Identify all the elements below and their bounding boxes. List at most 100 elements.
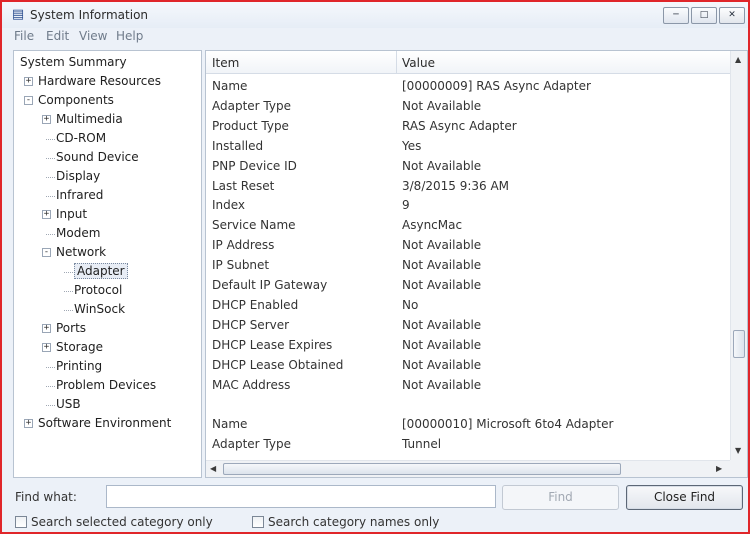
table-row[interactable]: DHCP Lease Obtained Not Available bbox=[206, 356, 730, 376]
row-item: IP Subnet bbox=[212, 258, 270, 273]
tree-item-display[interactable]: Display bbox=[56, 167, 100, 185]
menu-file[interactable]: File bbox=[14, 29, 34, 43]
table-row[interactable]: DHCP Lease Expires Not Available bbox=[206, 336, 730, 356]
menu-help[interactable]: Help bbox=[116, 29, 143, 43]
find-button[interactable]: Find bbox=[502, 485, 619, 510]
expand-icon[interactable]: + bbox=[24, 419, 33, 428]
tree-connector bbox=[46, 158, 55, 159]
title-bar[interactable]: ▤ System Information ─ □ ✕ bbox=[2, 2, 748, 28]
tree-item-label: Network bbox=[56, 245, 107, 259]
tree-item-input[interactable]: Input bbox=[56, 205, 87, 223]
tree-item-hardware-resources[interactable]: Hardware Resources bbox=[38, 72, 161, 90]
row-value: Not Available bbox=[402, 317, 482, 332]
menu-edit[interactable]: Edit bbox=[46, 29, 69, 43]
tree-item-label: Hardware Resources bbox=[38, 74, 162, 88]
tree-item-label: CD-ROM bbox=[56, 131, 107, 145]
table-row[interactable]: Product Type RAS Async Adapter bbox=[206, 117, 730, 137]
table-row[interactable]: PNP Device ID Not Available bbox=[206, 157, 730, 177]
tree-connector bbox=[64, 310, 73, 311]
table-row[interactable]: Adapter Type Not Available bbox=[206, 97, 730, 117]
tree-item-label: System Summary bbox=[20, 55, 127, 69]
category-tree[interactable]: System Summary Hardware Resources + Compone… bbox=[13, 50, 202, 478]
expand-icon[interactable]: + bbox=[42, 115, 51, 124]
tree-item-components[interactable]: Components bbox=[38, 91, 114, 109]
row-item: MAC Address bbox=[212, 377, 291, 392]
row-item: Installed bbox=[212, 138, 264, 153]
table-row[interactable]: IP Subnet Not Available bbox=[206, 256, 730, 276]
table-row[interactable]: DHCP Enabled No bbox=[206, 296, 730, 316]
scroll-left-icon[interactable]: ◀ bbox=[210, 464, 216, 473]
checkbox-box[interactable] bbox=[15, 516, 27, 528]
column-divider[interactable] bbox=[396, 51, 397, 74]
table-row[interactable]: Name [00000010] Microsoft 6to4 Adapter bbox=[206, 415, 730, 435]
tree-item-problem-devices[interactable]: Problem Devices bbox=[56, 376, 156, 394]
tree-item-label: Adapter bbox=[74, 263, 128, 279]
tree-item-infrared[interactable]: Infrared bbox=[56, 186, 103, 204]
row-item: Last Reset bbox=[212, 178, 275, 193]
row-value: [00000010] Microsoft 6to4 Adapter bbox=[402, 417, 614, 432]
tree-item-multimedia[interactable]: Multimedia bbox=[56, 110, 123, 128]
expand-icon[interactable]: + bbox=[24, 77, 33, 86]
horizontal-scrollbar[interactable]: ◀ ▶ bbox=[206, 460, 730, 477]
row-value: [00000009] RAS Async Adapter bbox=[402, 79, 591, 93]
collapse-icon[interactable]: - bbox=[42, 248, 51, 257]
table-row[interactable]: Index 9 bbox=[206, 196, 730, 216]
tree-item-storage[interactable]: Storage bbox=[56, 338, 103, 356]
menu-view[interactable]: View bbox=[79, 29, 107, 43]
table-row[interactable]: IP Address Not Available bbox=[206, 236, 730, 256]
tree-connector bbox=[64, 291, 73, 292]
find-what-input[interactable] bbox=[106, 485, 496, 508]
tree-item-software-environment[interactable]: Software Environment bbox=[38, 414, 171, 432]
table-row[interactable]: Name [00000009] RAS Async Adapter bbox=[206, 77, 730, 97]
tree-item-sound-device[interactable]: Sound Device bbox=[56, 148, 139, 166]
row-value: RAS Async Adapter bbox=[402, 118, 517, 133]
table-row[interactable]: Service Name AsyncMac bbox=[206, 216, 730, 236]
checkbox-box[interactable] bbox=[252, 516, 264, 528]
table-row[interactable]: Installed Yes bbox=[206, 137, 730, 157]
table-row[interactable]: Last Reset 3/8/2015 9:36 AM bbox=[206, 177, 730, 197]
tree-item-system-summary[interactable]: System Summary bbox=[20, 53, 127, 71]
tree-item-printing[interactable]: Printing bbox=[56, 357, 102, 375]
minimize-button[interactable]: ─ bbox=[663, 7, 689, 24]
tree-item-network[interactable]: Network bbox=[56, 243, 106, 261]
close-find-button[interactable]: Close Find bbox=[626, 485, 743, 510]
row-item: DHCP Lease Obtained bbox=[212, 357, 344, 372]
tree-item-usb[interactable]: USB bbox=[56, 395, 81, 413]
tree-item-ports[interactable]: Ports bbox=[56, 319, 86, 337]
horizontal-scroll-thumb[interactable] bbox=[223, 463, 621, 475]
vertical-scroll-thumb[interactable] bbox=[733, 330, 745, 358]
tree-item-winsock[interactable]: WinSock bbox=[74, 300, 125, 318]
close-button[interactable]: ✕ bbox=[719, 7, 745, 24]
tree-item-label: Components bbox=[38, 93, 114, 107]
tree-item-adapter[interactable]: Adapter bbox=[74, 262, 128, 280]
table-row[interactable] bbox=[206, 395, 730, 415]
table-row[interactable]: MAC Address Not Available bbox=[206, 376, 730, 396]
scroll-up-icon[interactable]: ▲ bbox=[735, 55, 741, 64]
collapse-icon[interactable]: - bbox=[24, 96, 33, 105]
tree-item-modem[interactable]: Modem bbox=[56, 224, 100, 242]
row-value: Not Available bbox=[402, 98, 482, 113]
details-header: Item Value bbox=[206, 51, 730, 74]
maximize-button[interactable]: □ bbox=[691, 7, 717, 24]
tree-item-label: Software Environment bbox=[38, 416, 172, 430]
table-row[interactable]: Adapter Type Tunnel bbox=[206, 435, 730, 455]
column-header-value[interactable]: Value bbox=[402, 56, 435, 70]
scroll-down-icon[interactable]: ▼ bbox=[735, 446, 741, 455]
tree-item-cd-rom[interactable]: CD-ROM bbox=[56, 129, 106, 147]
vertical-scrollbar[interactable]: ▲ ▼ bbox=[730, 51, 747, 460]
row-value: Not Available bbox=[402, 278, 482, 292]
table-row[interactable]: Default IP Gateway Not Available bbox=[206, 276, 730, 296]
row-value: Yes bbox=[402, 138, 422, 153]
tree-connector bbox=[46, 386, 55, 387]
tree-item-protocol[interactable]: Protocol bbox=[74, 281, 122, 299]
column-header-item[interactable]: Item bbox=[212, 56, 239, 70]
tree-item-label: Sound Device bbox=[56, 150, 139, 164]
expand-icon[interactable]: + bbox=[42, 343, 51, 352]
expand-icon[interactable]: + bbox=[42, 324, 51, 333]
expand-icon[interactable]: + bbox=[42, 210, 51, 219]
table-row[interactable]: DHCP Server Not Available bbox=[206, 316, 730, 336]
find-what-label: Find what: bbox=[15, 490, 77, 504]
tree-item-label: Ports bbox=[56, 321, 87, 335]
scroll-right-icon[interactable]: ▶ bbox=[716, 464, 722, 473]
sysinfo-icon: ▤ bbox=[11, 7, 25, 22]
